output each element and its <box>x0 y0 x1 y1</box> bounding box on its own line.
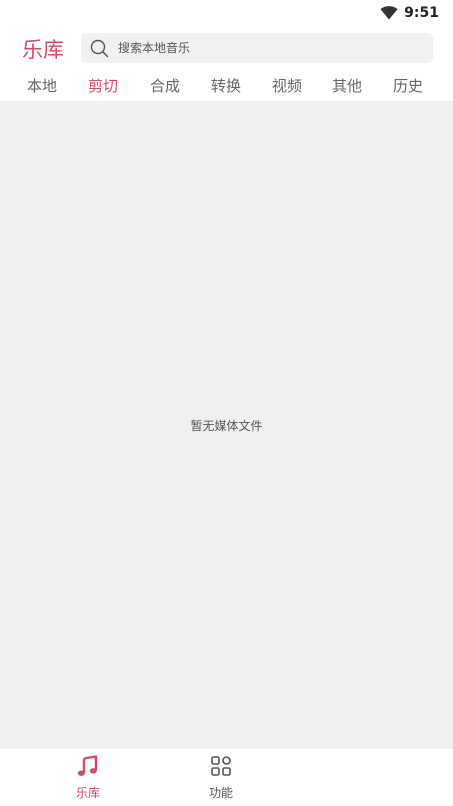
status-bar: 9:51 <box>0 0 453 26</box>
page-title: 乐库 <box>22 38 64 62</box>
search-box[interactable] <box>81 33 433 63</box>
tab-video[interactable]: 视频 <box>262 74 312 98</box>
empty-state-message: 暂无媒体文件 <box>190 419 263 433</box>
tab-other[interactable]: 其他 <box>322 74 372 98</box>
tab-convert[interactable]: 转换 <box>201 74 251 98</box>
wifi-icon <box>380 6 398 20</box>
nav-library[interactable]: 乐库 <box>53 754 123 802</box>
media-list-area[interactable]: 暂无媒体文件 <box>0 101 453 749</box>
nav-functions-label: 功能 <box>208 786 233 800</box>
app-screen: 9:51 乐库 本地 剪切 合成 转换 视频 其他 历史 暂无媒体文件 <box>0 0 453 806</box>
status-time: 9:51 <box>404 5 439 21</box>
nav-library-label: 乐库 <box>75 786 100 800</box>
tab-local[interactable]: 本地 <box>17 74 67 98</box>
music-note-icon <box>77 755 98 776</box>
bottom-nav: 乐库 功能 <box>0 749 453 806</box>
nav-functions[interactable]: 功能 <box>186 754 256 802</box>
search-input[interactable] <box>118 41 418 55</box>
category-tabs: 本地 剪切 合成 转换 视频 其他 历史 <box>0 74 453 98</box>
grid-icon <box>211 756 231 776</box>
header: 乐库 <box>0 26 453 70</box>
search-icon <box>90 39 109 57</box>
tab-history[interactable]: 历史 <box>383 74 433 98</box>
tab-cut[interactable]: 剪切 <box>78 74 128 98</box>
tab-merge[interactable]: 合成 <box>140 74 190 98</box>
